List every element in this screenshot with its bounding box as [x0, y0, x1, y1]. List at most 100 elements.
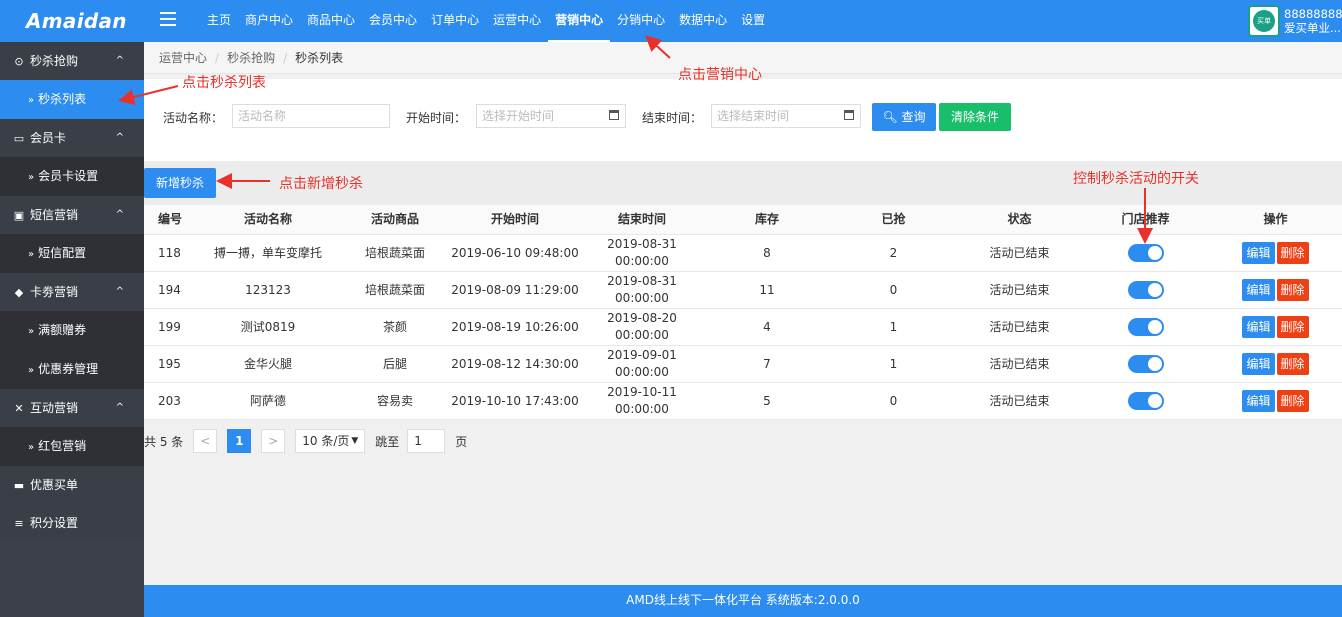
table-header: 编号 活动名称 活动商品 开始时间 结束时间 库存 已抢 状态 门店推荐 操作: [144, 205, 1342, 235]
delete-button[interactable]: 删除: [1276, 353, 1309, 375]
table-row: 194 123123 培根蔬菜面 2019-08-09 11:29:00 2019-08…: [144, 272, 1342, 309]
sidebar-group-label: 优惠买单: [30, 478, 79, 492]
sidebar-group-label: 会员卡: [30, 131, 67, 145]
edit-button[interactable]: 编辑: [1242, 353, 1275, 375]
annotation-click-marketing: 点击营销中心: [678, 67, 762, 83]
cell-end: 2019-08-31 00:00:00: [607, 237, 677, 268]
cell-start: 2019-08-09 11:29:00: [451, 282, 579, 297]
sidebar-item[interactable]: » 短信配置: [0, 234, 144, 273]
cell-sold: 1: [889, 356, 898, 371]
nav-item[interactable]: 营销中心: [548, 0, 611, 42]
sidebar-group[interactable]: ✕ 互动营销 ^: [0, 389, 144, 427]
jump-page-input[interactable]: 1: [407, 429, 446, 453]
cell-status: 活动已结束: [989, 319, 1050, 334]
nav-item[interactable]: 运营中心: [486, 0, 548, 42]
page-size-select[interactable]: 10 条/页 ▼: [295, 429, 366, 453]
cell-product: 培根蔬菜面: [364, 282, 425, 297]
store-recommend-toggle[interactable]: [1127, 392, 1164, 410]
start-time-picker[interactable]: 选择开始时间: [476, 104, 626, 128]
sidebar-item[interactable]: » 秒杀列表: [0, 80, 144, 119]
sidebar-group[interactable]: ⊙ 秒杀抢购 ^: [0, 42, 144, 80]
cell-status: 活动已结束: [989, 282, 1050, 297]
table-row: 199 测试0819 茶颜 2019-08-19 10:26:00 2019-08-20…: [144, 309, 1342, 346]
query-button[interactable]: 🔍︎ 查询: [872, 103, 936, 131]
sidebar-group[interactable]: ▬ 优惠买单: [0, 466, 144, 504]
prev-page-button[interactable]: <: [193, 429, 218, 453]
sidebar-item[interactable]: » 会员卡设置: [0, 157, 144, 196]
delete-button[interactable]: 删除: [1276, 279, 1309, 301]
nav-item[interactable]: 设置: [734, 0, 772, 42]
delete-button[interactable]: 删除: [1276, 242, 1309, 264]
table-row: 118 搏一搏，单车变摩托 培根蔬菜面 2019-06-10 09:48:00 2019…: [144, 235, 1342, 272]
briefcase-icon: ▬: [13, 479, 25, 492]
sidebar-group[interactable]: ▣ 短信营销 ^: [0, 196, 144, 234]
page-1[interactable]: 1: [227, 429, 252, 453]
delete-button[interactable]: 删除: [1276, 316, 1309, 338]
sidebar-group[interactable]: ≡ 积分设置: [0, 504, 144, 542]
cell-name: 搏一搏，单车变摩托: [213, 245, 322, 260]
cell-start: 2019-08-19 10:26:00: [451, 319, 579, 334]
sidebar-group[interactable]: ◆ 卡劵营销 ^: [0, 273, 144, 311]
calendar-icon: [844, 110, 854, 120]
next-page-button[interactable]: >: [261, 429, 286, 453]
tag-icon: ◆: [14, 286, 24, 299]
nav-item[interactable]: 数据中心: [672, 0, 734, 42]
double-chevron-icon: »: [28, 172, 35, 183]
delete-button[interactable]: 删除: [1276, 390, 1309, 412]
sidebar-item[interactable]: » 满额赠券: [0, 311, 144, 350]
store-recommend-toggle[interactable]: [1127, 318, 1164, 336]
cell-sold: 0: [889, 393, 898, 408]
nav-item[interactable]: 分销中心: [610, 0, 672, 42]
add-flash-sale-button[interactable]: 新增秒杀: [144, 168, 216, 198]
main-nav: 主页 商户中心 商品中心 会员中心 订单中心 运营中心 营销中心 分销中心 数据中心 设置: [200, 0, 772, 42]
nav-item[interactable]: 商户中心: [238, 0, 300, 42]
name-label: 活动名称：: [163, 111, 224, 125]
nav-item[interactable]: 主页: [200, 0, 238, 42]
clear-button[interactable]: 清除条件: [939, 103, 1011, 131]
breadcrumb-item[interactable]: 运营中心: [159, 51, 207, 65]
edit-button[interactable]: 编辑: [1242, 279, 1275, 301]
edit-button[interactable]: 编辑: [1242, 390, 1275, 412]
sidebar-group-label: 卡劵营销: [30, 285, 79, 299]
chevron-up-icon: ^: [115, 402, 124, 413]
double-chevron-icon: »: [28, 95, 35, 106]
cell-product: 后腿: [382, 356, 407, 371]
cell-product: 茶颜: [382, 319, 407, 334]
nav-item[interactable]: 商品中心: [300, 0, 362, 42]
chevron-up-icon: ^: [115, 286, 124, 297]
cell-stock: 5: [763, 393, 771, 408]
column-header: 状态: [1007, 212, 1032, 226]
user-name: 爱买单业...: [1284, 21, 1341, 35]
edit-button[interactable]: 编辑: [1242, 316, 1275, 338]
cell-end: 2019-08-20 00:00:00: [607, 311, 677, 342]
cell-status: 活动已结束: [989, 393, 1050, 408]
chevron-up-icon: ^: [115, 55, 124, 66]
cell-stock: 7: [763, 356, 771, 371]
avatar[interactable]: 买单: [1248, 5, 1280, 37]
user-area[interactable]: 买单 88888888 爱买单业...: [1248, 0, 1342, 42]
sms-icon: ▣: [13, 209, 25, 222]
main-content: 运营中心 / 秒杀抢购 / 秒杀列表 活动名称： 活动名称 开始时间： 选择开始时间 结…: [144, 42, 1342, 617]
cell-name: 测试0819: [240, 319, 296, 334]
search-icon: 🔍︎: [882, 110, 898, 124]
sidebar-item[interactable]: » 红包营销: [0, 427, 144, 466]
calendar-icon: [609, 110, 619, 120]
store-recommend-toggle[interactable]: [1127, 244, 1164, 262]
activity-name-input[interactable]: 活动名称: [232, 104, 390, 128]
cell-stock: 4: [763, 319, 771, 334]
sidebar-item[interactable]: » 优惠券管理: [0, 350, 144, 389]
sidebar-group[interactable]: ▭ 会员卡 ^: [0, 119, 144, 157]
nav-item[interactable]: 会员中心: [362, 0, 424, 42]
edit-button[interactable]: 编辑: [1242, 242, 1275, 264]
database-icon: ≡: [14, 517, 24, 530]
nav-item[interactable]: 订单中心: [424, 0, 486, 42]
cell-status: 活动已结束: [989, 245, 1050, 260]
breadcrumb-item[interactable]: 秒杀抢购: [227, 51, 275, 65]
cell-end: 2019-09-01 00:00:00: [607, 348, 677, 379]
cell-start: 2019-08-12 14:30:00: [451, 356, 579, 371]
menu-toggle-icon[interactable]: [160, 12, 176, 26]
store-recommend-toggle[interactable]: [1127, 355, 1164, 373]
end-time-picker[interactable]: 选择结束时间: [711, 104, 861, 128]
store-recommend-toggle[interactable]: [1127, 281, 1164, 299]
annotation-click-add: 点击新增秒杀: [279, 176, 363, 192]
